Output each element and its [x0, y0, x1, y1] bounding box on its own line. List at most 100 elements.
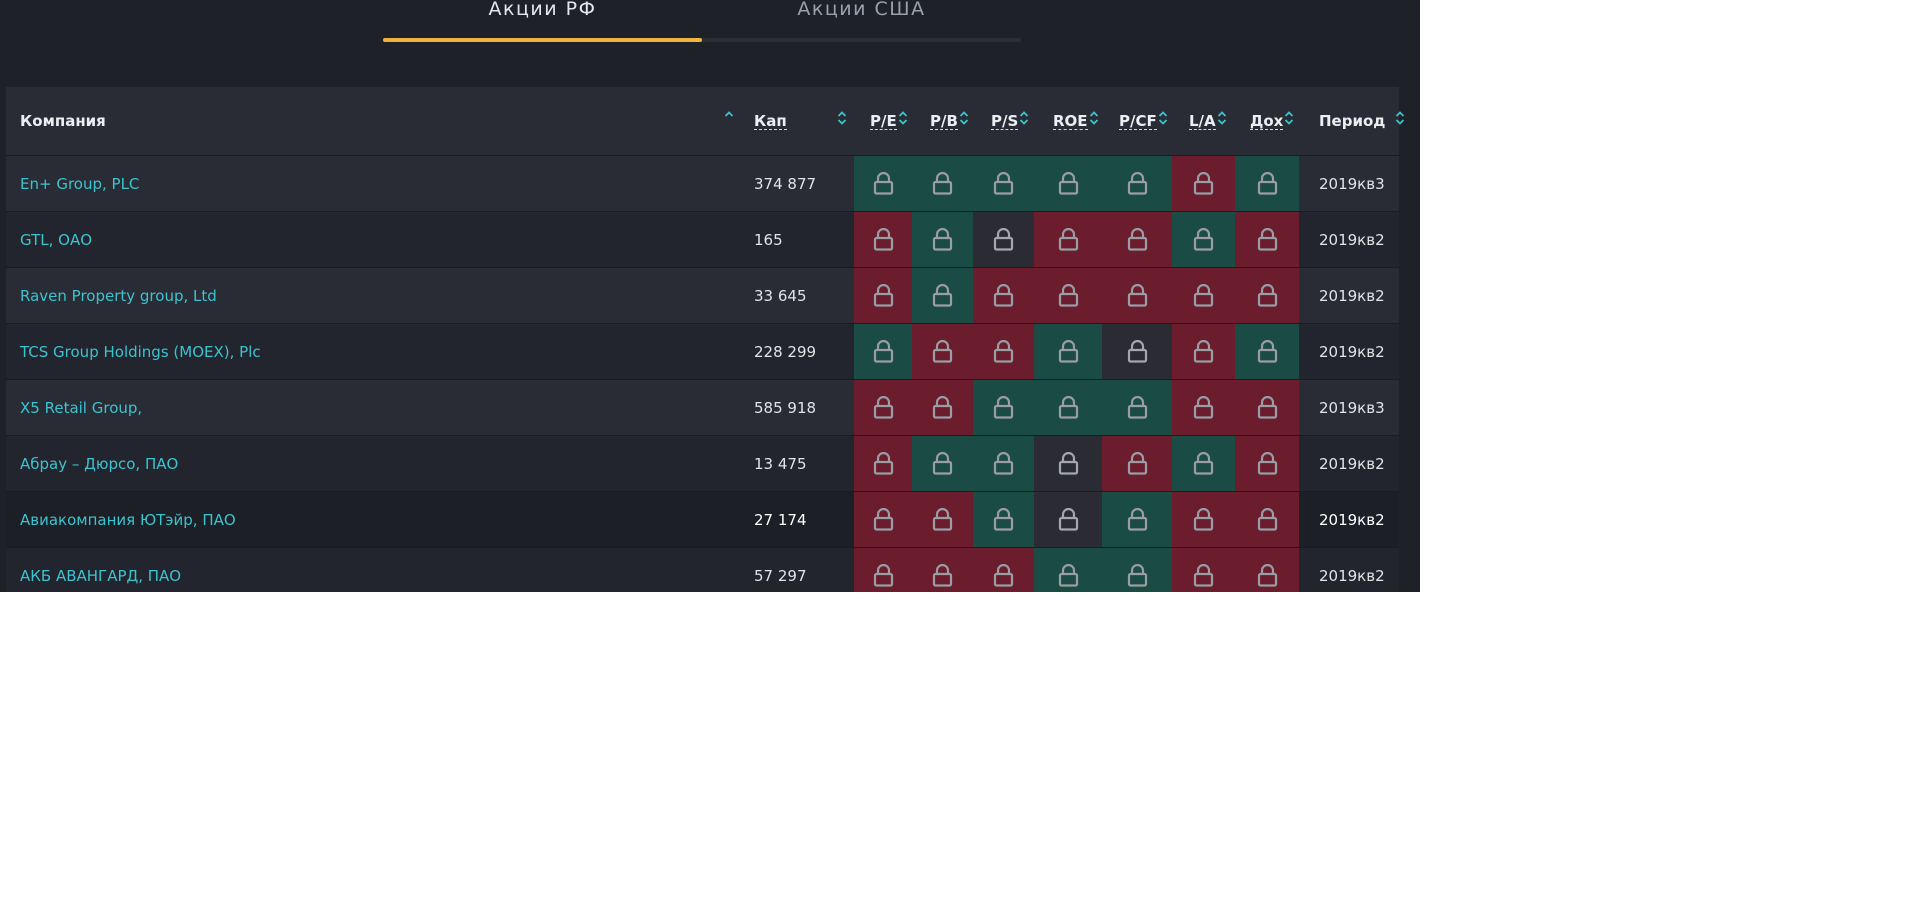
metric-cell-ps[interactable]: [973, 212, 1034, 267]
column-header-roe[interactable]: ROE: [1053, 87, 1099, 155]
column-header-cap[interactable]: Кап: [754, 87, 787, 155]
company-link[interactable]: En+ Group, PLC: [20, 175, 139, 193]
metric-cell-pcf[interactable]: [1102, 548, 1172, 592]
company-link[interactable]: АКБ АВАНГАРД, ПАО: [20, 567, 181, 585]
metric-cell-ps[interactable]: [973, 380, 1034, 435]
sort-icon[interactable]: [724, 110, 734, 126]
sort-cap-button[interactable]: [836, 87, 847, 155]
metric-cell-dividend[interactable]: [1235, 492, 1299, 547]
sort-icon[interactable]: [959, 110, 969, 126]
table-row[interactable]: АКБ АВАНГАРД, ПАО 57 297 2019кв2: [6, 547, 1399, 592]
metric-cell-la[interactable]: [1172, 324, 1235, 379]
metric-cell-ps[interactable]: [973, 324, 1034, 379]
metric-cell-pb[interactable]: [912, 156, 973, 211]
metric-cell-pe[interactable]: [854, 212, 912, 267]
table-header: Компания Кап P/E P/B P/S ROE P/CF L/A Дох Период: [6, 87, 1405, 155]
sort-icon[interactable]: [1089, 110, 1099, 126]
sort-icon[interactable]: [837, 110, 847, 126]
column-header-ps[interactable]: P/S: [991, 87, 1029, 155]
metric-cell-pb[interactable]: [912, 268, 973, 323]
metric-cell-dividend[interactable]: [1235, 436, 1299, 491]
lock-icon: [1127, 284, 1147, 307]
metric-cell-ps[interactable]: [973, 436, 1034, 491]
column-header-pcf[interactable]: P/CF: [1119, 87, 1168, 155]
metric-cell-dividend[interactable]: [1235, 548, 1299, 592]
metric-cell-la[interactable]: [1172, 268, 1235, 323]
metric-cell-dividend[interactable]: [1235, 268, 1299, 323]
column-header-dividend[interactable]: Дох: [1250, 87, 1294, 155]
metric-cell-pcf[interactable]: [1102, 156, 1172, 211]
table-row[interactable]: Абрау – Дюрсо, ПАО 13 475 2019кв2: [6, 435, 1399, 491]
metric-cell-la[interactable]: [1172, 380, 1235, 435]
metric-cell-pcf[interactable]: [1102, 324, 1172, 379]
metric-cell-roe[interactable]: [1034, 268, 1102, 323]
metric-cell-ps[interactable]: [973, 548, 1034, 592]
metric-cell-pe[interactable]: [854, 492, 912, 547]
column-header-company[interactable]: Компания: [20, 87, 106, 155]
company-link[interactable]: GTL, ОАО: [20, 231, 92, 249]
metric-cell-dividend[interactable]: [1235, 212, 1299, 267]
table-row[interactable]: TCS Group Holdings (MOEX), Plc 228 299 201…: [6, 323, 1399, 379]
metric-cell-pb[interactable]: [912, 436, 973, 491]
column-header-pb[interactable]: P/B: [930, 87, 969, 155]
metric-cell-pe[interactable]: [854, 548, 912, 592]
column-header-la[interactable]: L/A: [1189, 87, 1227, 155]
metric-cell-pcf[interactable]: [1102, 380, 1172, 435]
sort-icon[interactable]: [898, 110, 908, 126]
metric-cell-pe[interactable]: [854, 324, 912, 379]
metric-cell-la[interactable]: [1172, 548, 1235, 592]
metric-cell-pe[interactable]: [854, 436, 912, 491]
metric-cell-ps[interactable]: [973, 156, 1034, 211]
metric-cell-roe[interactable]: [1034, 156, 1102, 211]
sort-icon[interactable]: [1019, 110, 1029, 126]
metric-cell-pb[interactable]: [912, 324, 973, 379]
metric-cell-roe[interactable]: [1034, 324, 1102, 379]
table-row[interactable]: GTL, ОАО 165 2019кв2: [6, 211, 1399, 267]
metric-cell-pe[interactable]: [854, 156, 912, 211]
metric-cell-pb[interactable]: [912, 380, 973, 435]
metric-cell-dividend[interactable]: [1235, 380, 1299, 435]
metric-cell-roe[interactable]: [1034, 212, 1102, 267]
sort-company-button[interactable]: [723, 87, 734, 155]
sort-icon[interactable]: [1395, 110, 1405, 126]
metric-cell-roe[interactable]: [1034, 436, 1102, 491]
company-link[interactable]: Абрау – Дюрсо, ПАО: [20, 455, 178, 473]
metric-cell-la[interactable]: [1172, 436, 1235, 491]
column-header-pe[interactable]: P/E: [870, 87, 908, 155]
metric-cell-roe[interactable]: [1034, 380, 1102, 435]
metric-cell-ps[interactable]: [973, 268, 1034, 323]
tab-russian-stocks[interactable]: Акции РФ: [383, 0, 702, 38]
sort-icon[interactable]: [1158, 110, 1168, 126]
metric-cell-la[interactable]: [1172, 212, 1235, 267]
metric-cell-pb[interactable]: [912, 492, 973, 547]
company-link[interactable]: TCS Group Holdings (MOEX), Plc: [20, 343, 261, 361]
metric-cell-pe[interactable]: [854, 268, 912, 323]
company-link[interactable]: Raven Property group, Ltd: [20, 287, 217, 305]
metric-cell-pcf[interactable]: [1102, 212, 1172, 267]
sort-icon[interactable]: [1217, 110, 1227, 126]
metric-cell-pb[interactable]: [912, 212, 973, 267]
company-link[interactable]: X5 Retail Group,: [20, 399, 142, 417]
sort-icon[interactable]: [1284, 110, 1294, 126]
lock-icon: [1257, 396, 1277, 419]
metric-cell-dividend[interactable]: [1235, 156, 1299, 211]
metric-cell-roe[interactable]: [1034, 492, 1102, 547]
metric-cell-pb[interactable]: [912, 548, 973, 592]
table-row[interactable]: En+ Group, PLC 374 877 2019кв3: [6, 155, 1399, 211]
column-header-period[interactable]: Период: [1319, 87, 1405, 155]
metric-cell-la[interactable]: [1172, 156, 1235, 211]
metric-cell-roe[interactable]: [1034, 548, 1102, 592]
table-row[interactable]: X5 Retail Group, 585 918 2019кв3: [6, 379, 1399, 435]
table-row[interactable]: Raven Property group, Ltd 33 645 2019кв2: [6, 267, 1399, 323]
metric-cell-la[interactable]: [1172, 492, 1235, 547]
metric-cell-ps[interactable]: [973, 492, 1034, 547]
metric-cell-pcf[interactable]: [1102, 268, 1172, 323]
metric-cell-pcf[interactable]: [1102, 436, 1172, 491]
table-row[interactable]: Авиакомпания ЮТэйр, ПАО 27 174 2019кв2: [6, 491, 1399, 547]
column-header-dividend-label: Дох: [1250, 111, 1284, 130]
metric-cell-pe[interactable]: [854, 380, 912, 435]
metric-cell-dividend[interactable]: [1235, 324, 1299, 379]
company-link[interactable]: Авиакомпания ЮТэйр, ПАО: [20, 511, 236, 529]
tab-us-stocks[interactable]: Акции США: [702, 0, 1021, 38]
metric-cell-pcf[interactable]: [1102, 492, 1172, 547]
